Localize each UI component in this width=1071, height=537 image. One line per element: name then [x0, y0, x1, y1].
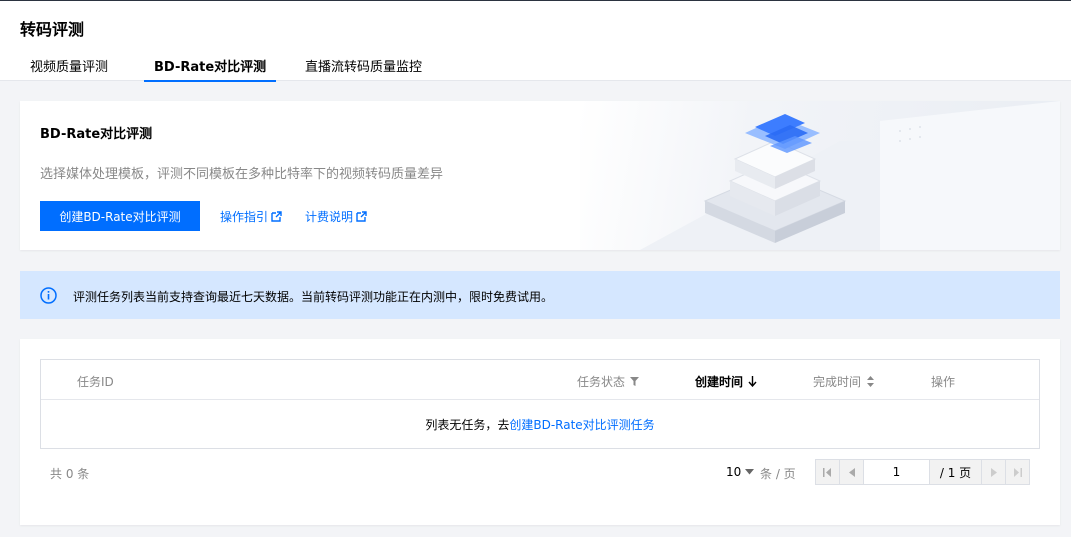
table-header: 任务ID 任务状态 创建时间 完成时间 操作 [41, 360, 1039, 400]
last-page-button[interactable] [1005, 460, 1029, 484]
task-table: 任务ID 任务状态 创建时间 完成时间 操作 列表无任务，去 创建BD-Rate… [40, 359, 1040, 449]
guide-link[interactable]: 操作指引 [220, 208, 282, 225]
create-bd-rate-button[interactable]: 创建BD-Rate对比评测 [40, 201, 200, 231]
sort-down-icon[interactable] [748, 376, 757, 387]
task-table-card: 任务ID 任务状态 创建时间 完成时间 操作 列表无任务，去 创建BD-Rate… [20, 339, 1060, 525]
guide-link-label: 操作指引 [220, 210, 269, 224]
page-title: 转码评测 [20, 20, 85, 39]
next-page-button[interactable] [981, 460, 1005, 484]
billing-link[interactable]: 计费说明 [305, 208, 367, 225]
first-page-button[interactable] [816, 460, 840, 484]
caret-down-icon [745, 469, 755, 475]
prev-page-button[interactable] [840, 460, 864, 484]
column-finished-time-label: 完成时间 [813, 375, 862, 389]
notice-text: 评测任务列表当前支持查询最近七天数据。当前转码评测功能正在内测中，限时免费试用。 [73, 290, 554, 304]
billing-link-label: 计费说明 [305, 210, 354, 224]
tab-live-monitor[interactable]: 直播流转码质量监控 [305, 56, 422, 81]
column-task-id: 任务ID [77, 373, 114, 390]
empty-state-row: 列表无任务，去 创建BD-Rate对比评测任务 [41, 401, 1039, 448]
per-page-label: 条 / 页 [760, 467, 796, 481]
banner-title: BD-Rate对比评测 [40, 127, 153, 142]
page-size-select[interactable]: 10 [726, 465, 755, 479]
tab-bd-rate[interactable]: BD-Rate对比评测 [143, 56, 277, 82]
last-page-icon [1014, 467, 1022, 477]
column-actions-label: 操作 [931, 375, 956, 389]
info-icon [40, 287, 57, 304]
first-page-icon [823, 467, 831, 477]
total-count: 共 0 条 [50, 467, 90, 481]
column-task-id-label: 任务ID [77, 375, 114, 389]
prev-page-icon [848, 467, 855, 477]
column-actions: 操作 [931, 373, 955, 390]
column-created-time-label: 创建时间 [695, 375, 744, 389]
column-created-time[interactable]: 创建时间 [695, 373, 757, 390]
banner-description: 选择媒体处理模板，评测不同模板在多种比特率下的视频转码质量差异 [40, 167, 444, 182]
column-task-status-label: 任务状态 [577, 375, 626, 389]
intro-banner: BD-Rate对比评测 选择媒体处理模板，评测不同模板在多种比特率下的视频转码质… [20, 101, 1060, 250]
current-page-input[interactable] [864, 460, 930, 484]
pagination-control: / 1 页 [815, 459, 1030, 485]
sort-icon[interactable] [866, 376, 875, 387]
column-finished-time[interactable]: 完成时间 [813, 373, 875, 390]
tab-video-quality[interactable]: 视频质量评测 [30, 56, 108, 81]
create-task-link[interactable]: 创建BD-Rate对比评测任务 [509, 416, 654, 433]
column-task-status[interactable]: 任务状态 [577, 373, 640, 390]
page-size-value: 10 [726, 465, 742, 479]
info-notice: 评测任务列表当前支持查询最近七天数据。当前转码评测功能正在内测中，限时免费试用。 [20, 271, 1060, 319]
external-link-icon [356, 211, 367, 222]
filter-icon[interactable] [630, 377, 640, 386]
empty-state-text: 列表无任务，去 [425, 418, 510, 432]
total-pages: / 1 页 [930, 460, 981, 484]
external-link-icon [271, 211, 282, 222]
banner-illustration [640, 101, 1060, 250]
page-header: 转码评测 视频质量评测 BD-Rate对比评测 直播流转码质量监控 [0, 1, 1071, 82]
next-page-icon [990, 467, 997, 477]
